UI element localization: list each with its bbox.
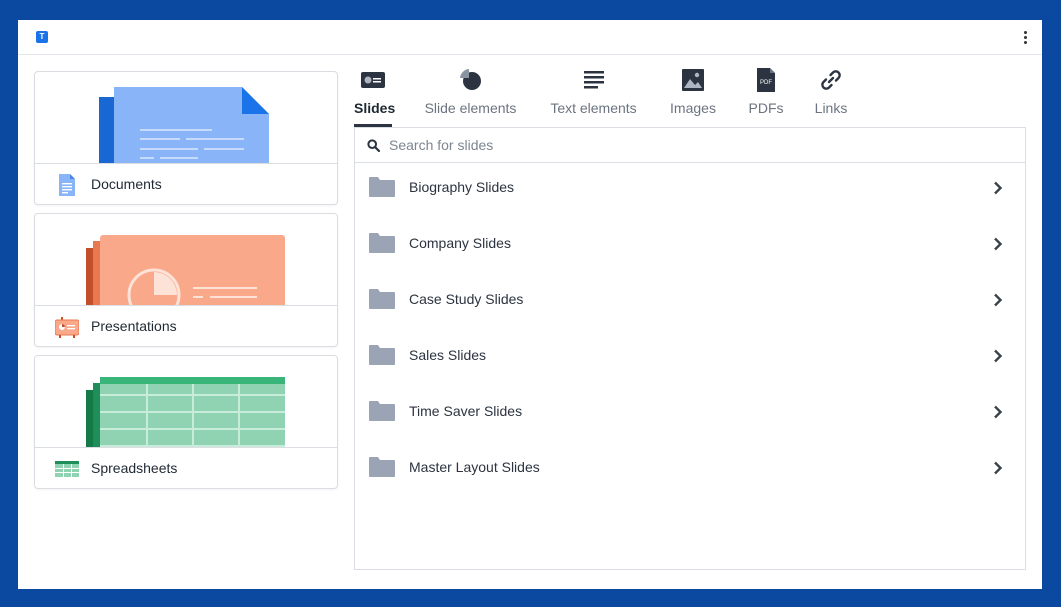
- search-icon: [367, 139, 381, 153]
- presentations-label: Presentations: [91, 318, 177, 334]
- top-bar: T: [18, 20, 1042, 55]
- documents-preview: [35, 72, 337, 163]
- sheets-icon: [55, 458, 79, 480]
- folder-row[interactable]: Time Saver Slides: [355, 387, 1025, 443]
- chevron-right-icon: [991, 293, 1005, 307]
- presentations-card-footer: Presentations: [35, 305, 337, 346]
- app-logo: T: [36, 31, 48, 43]
- tab-links[interactable]: Links: [811, 65, 851, 127]
- tab-images[interactable]: Images: [668, 65, 718, 127]
- slides-panel: Biography Slides Company Slides Case Stu…: [354, 127, 1026, 570]
- folder-icon: [369, 176, 395, 198]
- slides-icon: [54, 316, 80, 338]
- spreadsheets-card[interactable]: Spreadsheets: [34, 355, 338, 489]
- svg-text:PDF: PDF: [760, 80, 772, 86]
- folder-label: Sales Slides: [409, 347, 487, 363]
- spreadsheets-label: Spreadsheets: [91, 460, 178, 476]
- folder-icon: [369, 456, 395, 478]
- link-icon: [818, 67, 844, 93]
- presentations-card[interactable]: Presentations: [34, 213, 338, 347]
- tab-pdfs-label: PDFs: [748, 100, 784, 116]
- search-input[interactable]: [389, 134, 1009, 156]
- folder-row[interactable]: Biography Slides: [355, 163, 1025, 219]
- folder-icon: [369, 400, 395, 422]
- folder-label: Company Slides: [409, 235, 511, 251]
- folder-icon: [369, 344, 395, 366]
- slide-icon: [360, 67, 386, 93]
- folder-label: Time Saver Slides: [409, 403, 523, 419]
- tab-slide-elements[interactable]: Slide elements: [423, 65, 518, 127]
- docs-icon: [55, 174, 79, 196]
- tab-text-elements[interactable]: Text elements: [548, 65, 639, 127]
- folder-row[interactable]: Sales Slides: [355, 331, 1025, 387]
- folder-row[interactable]: Master Layout Slides: [355, 443, 1025, 499]
- tab-slides-label: Slides: [354, 100, 396, 116]
- app-window: T Documents Presentations Spreadsheets S…: [18, 20, 1042, 589]
- folder-label: Master Layout Slides: [409, 459, 540, 475]
- presentations-preview: [35, 214, 337, 305]
- documents-card[interactable]: Documents: [34, 71, 338, 205]
- tab-slides[interactable]: Slides: [354, 65, 396, 127]
- folder-icon: [369, 232, 395, 254]
- folder-icon: [369, 288, 395, 310]
- tab-slide-elements-label: Slide elements: [424, 100, 517, 116]
- pie-chart-icon: [458, 67, 484, 93]
- folder-row[interactable]: Case Study Slides: [355, 275, 1025, 331]
- chevron-right-icon: [991, 405, 1005, 419]
- pdf-icon: PDF: [753, 67, 779, 93]
- documents-card-footer: Documents: [35, 163, 337, 204]
- tab-pdfs[interactable]: PDF PDFs: [746, 65, 786, 127]
- chevron-right-icon: [991, 461, 1005, 475]
- tab-links-label: Links: [814, 100, 848, 116]
- chevron-right-icon: [991, 237, 1005, 251]
- folder-label: Biography Slides: [409, 179, 515, 195]
- spreadsheets-card-footer: Spreadsheets: [35, 447, 337, 488]
- text-lines-icon: [581, 67, 607, 93]
- tab-images-label: Images: [670, 100, 716, 116]
- documents-label: Documents: [91, 176, 162, 192]
- more-vertical-icon[interactable]: [1018, 28, 1032, 46]
- image-icon: [680, 67, 706, 93]
- chevron-right-icon: [991, 181, 1005, 195]
- search-bar: [355, 128, 1025, 163]
- folder-label: Case Study Slides: [409, 291, 524, 307]
- chevron-right-icon: [991, 349, 1005, 363]
- tab-text-elements-label: Text elements: [550, 100, 637, 116]
- folder-row[interactable]: Company Slides: [355, 219, 1025, 275]
- spreadsheets-preview: [35, 356, 337, 447]
